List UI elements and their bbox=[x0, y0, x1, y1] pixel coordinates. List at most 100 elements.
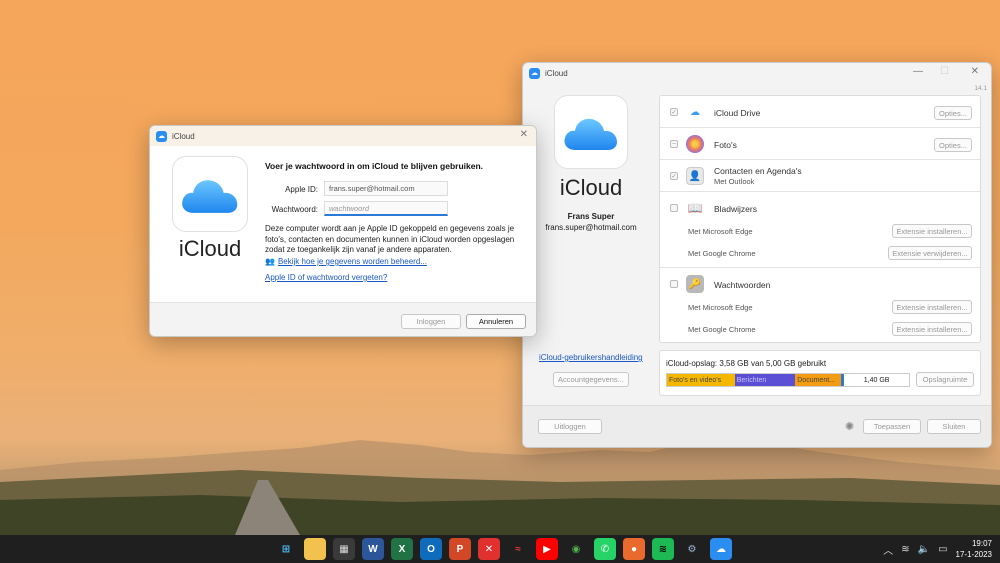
dialog-info-text: Deze computer wordt aan je Apple ID geko… bbox=[265, 224, 515, 254]
dialog-footer: Inloggen Annuleren bbox=[150, 302, 536, 336]
storage-title: iCloud-opslag: 3,58 GB van 5,00 GB gebru… bbox=[666, 359, 827, 368]
service-label: Contacten en Agenda's bbox=[714, 166, 802, 176]
account-email: frans.super@hotmail.com bbox=[545, 223, 637, 232]
icloud-drive-options-button[interactable]: Opties... bbox=[934, 106, 972, 120]
sign-out-button[interactable]: Uitloggen bbox=[538, 419, 602, 434]
spotify-icon[interactable]: ≋ bbox=[652, 538, 674, 560]
icloud-logo-text: iCloud bbox=[559, 175, 623, 200]
storage-segment-photos: Foto's en video's bbox=[667, 374, 735, 386]
xmind-icon[interactable]: ✕ bbox=[478, 538, 500, 560]
storage-segment-documents: Document... bbox=[795, 374, 842, 386]
passwords-edge-label: Met Microsoft Edge bbox=[688, 303, 753, 312]
divider bbox=[660, 127, 980, 128]
bookmarks-edge-extension-button[interactable]: Extensie installeren... bbox=[892, 224, 972, 238]
bookmarks-chrome-extension-button[interactable]: Extensie verwijderen... bbox=[888, 246, 972, 260]
system-tray: ︿ ≋ 🔈 ▭ 19:07 17-1-2023 bbox=[883, 535, 992, 563]
powerpoint-icon[interactable]: P bbox=[449, 538, 471, 560]
close-button[interactable]: Sluiten bbox=[927, 419, 981, 434]
login-button[interactable]: Inloggen bbox=[401, 314, 461, 329]
taskbar-apps: ⊞ ▬ ▦ W X O P ✕ ≈ ▶ ◉ ✆ ● ≋ ⚙ ☁ bbox=[275, 538, 732, 560]
wifi-icon[interactable]: ≋ bbox=[901, 544, 909, 555]
volume-icon[interactable]: 🔈 bbox=[918, 544, 930, 555]
bookmarks-checkbox[interactable] bbox=[670, 204, 678, 212]
icloud-cloud-icon bbox=[182, 180, 238, 213]
bookmarks-edge-label: Met Microsoft Edge bbox=[688, 227, 753, 236]
start-icon[interactable]: ⊞ bbox=[275, 538, 297, 560]
icloud-taskbar-icon[interactable]: ☁ bbox=[710, 538, 732, 560]
data-management-link[interactable]: Bekijk hoe je gegevens worden beheerd... bbox=[278, 257, 427, 266]
service-label: Wachtwoorden bbox=[714, 280, 771, 290]
cancel-button[interactable]: Annuleren bbox=[466, 314, 526, 329]
icloud-logo bbox=[554, 95, 628, 169]
version-label: 14.1 bbox=[974, 85, 987, 92]
chrome-icon[interactable]: ◉ bbox=[565, 538, 587, 560]
storage-bar: Foto's en video's Berichten Document... … bbox=[666, 373, 910, 387]
settings-icon[interactable]: ⚙ bbox=[681, 538, 703, 560]
spinner-icon: ✺ bbox=[845, 421, 855, 433]
dialog-close-icon[interactable]: ✕ bbox=[520, 129, 528, 140]
password-field[interactable]: wachtwoord bbox=[324, 201, 448, 216]
youtube-icon[interactable]: ▶ bbox=[536, 538, 558, 560]
minimize-icon[interactable]: — bbox=[913, 66, 923, 77]
divider bbox=[660, 159, 980, 160]
word-icon[interactable]: W bbox=[362, 538, 384, 560]
account-details-button[interactable]: Accountgegevens... bbox=[553, 372, 629, 387]
apple-id-field[interactable]: frans.super@hotmail.com bbox=[324, 181, 448, 196]
passwords-key-icon: 🔑 bbox=[686, 275, 704, 293]
icloud-drive-checkbox[interactable]: ✓ bbox=[670, 108, 678, 116]
main-window-title: iCloud bbox=[545, 68, 568, 78]
divider bbox=[660, 267, 980, 268]
icloud-drive-icon: ☁ bbox=[690, 106, 700, 118]
photos-checkbox[interactable]: – bbox=[670, 140, 678, 148]
icloud-login-dialog: ☁ iCloud ✕ iCloud Voer je wachtwoord in … bbox=[149, 125, 537, 337]
people-icon: 👥 bbox=[265, 257, 275, 266]
icloud-small-icon: ☁ bbox=[529, 67, 540, 79]
app-red-icon[interactable]: ≈ bbox=[507, 538, 529, 560]
file-explorer-icon[interactable]: ▬ bbox=[304, 538, 326, 560]
service-label: iCloud Drive bbox=[714, 108, 761, 118]
chevron-up-icon[interactable]: ︿ bbox=[883, 542, 893, 557]
passwords-checkbox[interactable] bbox=[670, 280, 678, 288]
user-guide-link[interactable]: iCloud-gebruikershandleiding bbox=[539, 353, 643, 362]
bookmarks-chrome-label: Met Google Chrome bbox=[688, 249, 756, 258]
divider bbox=[660, 191, 980, 192]
services-panel: ✓ ☁ iCloud Drive Opties... – Foto's Opti… bbox=[659, 95, 981, 343]
passwords-edge-extension-button[interactable]: Extensie installeren... bbox=[892, 300, 972, 314]
excel-icon[interactable]: X bbox=[391, 538, 413, 560]
service-sublabel: Met Outlook bbox=[714, 177, 755, 186]
icloud-main-window: ☁ iCloud — ☐ ✕ 14.1 iCloud Frans Super f… bbox=[522, 62, 992, 448]
storage-segment-messages: Berichten bbox=[734, 374, 796, 386]
contacts-calendar-icon: 👤 bbox=[686, 167, 704, 185]
password-label: Wachtwoord: bbox=[271, 205, 318, 214]
whatsapp-icon[interactable]: ✆ bbox=[594, 538, 616, 560]
icloud-logo bbox=[172, 156, 248, 232]
clock-time: 19:07 bbox=[971, 539, 992, 548]
outlook-icon[interactable]: O bbox=[420, 538, 442, 560]
contacts-checkbox[interactable]: ✓ bbox=[670, 172, 678, 180]
battery-icon[interactable]: ▭ bbox=[938, 544, 947, 555]
apple-id-label: Apple ID: bbox=[285, 185, 318, 194]
manage-storage-button[interactable]: Opslagruimte bbox=[916, 372, 974, 387]
photos-icon bbox=[686, 135, 704, 153]
passwords-chrome-label: Met Google Chrome bbox=[688, 325, 756, 334]
clock[interactable]: 19:07 17-1-2023 bbox=[956, 538, 992, 560]
apply-button[interactable]: Toepassen bbox=[863, 419, 921, 434]
account-name: Frans Super bbox=[567, 212, 615, 221]
clock-date: 17-1-2023 bbox=[955, 550, 992, 559]
calculator-icon[interactable]: ▦ bbox=[333, 538, 355, 560]
forgot-password-link[interactable]: Apple ID of wachtwoord vergeten? bbox=[265, 273, 387, 282]
photos-options-button[interactable]: Opties... bbox=[934, 138, 972, 152]
icloud-logo-text: iCloud bbox=[178, 236, 242, 261]
storage-panel: iCloud-opslag: 3,58 GB van 5,00 GB gebru… bbox=[659, 350, 981, 396]
taskbar: ⊞ ▬ ▦ W X O P ✕ ≈ ▶ ◉ ✆ ● ≋ ⚙ ☁ ︿ ≋ 🔈 ▭ 19:07 17-1-2023 bbox=[0, 535, 1000, 563]
passwords-chrome-extension-button[interactable]: Extensie installeren... bbox=[892, 322, 972, 336]
screen-recorder-icon[interactable]: ● bbox=[623, 538, 645, 560]
service-label: Bladwijzers bbox=[714, 204, 757, 214]
dialog-titlebar: ☁ iCloud bbox=[150, 126, 536, 146]
close-icon[interactable]: ✕ bbox=[971, 66, 979, 77]
dialog-heading: Voer je wachtwoord in om iCloud te blijv… bbox=[265, 161, 484, 171]
maximize-icon[interactable]: ☐ bbox=[940, 66, 949, 77]
icloud-cloud-icon bbox=[564, 118, 617, 150]
dialog-title: iCloud bbox=[172, 131, 195, 141]
icloud-small-icon: ☁ bbox=[156, 130, 167, 142]
